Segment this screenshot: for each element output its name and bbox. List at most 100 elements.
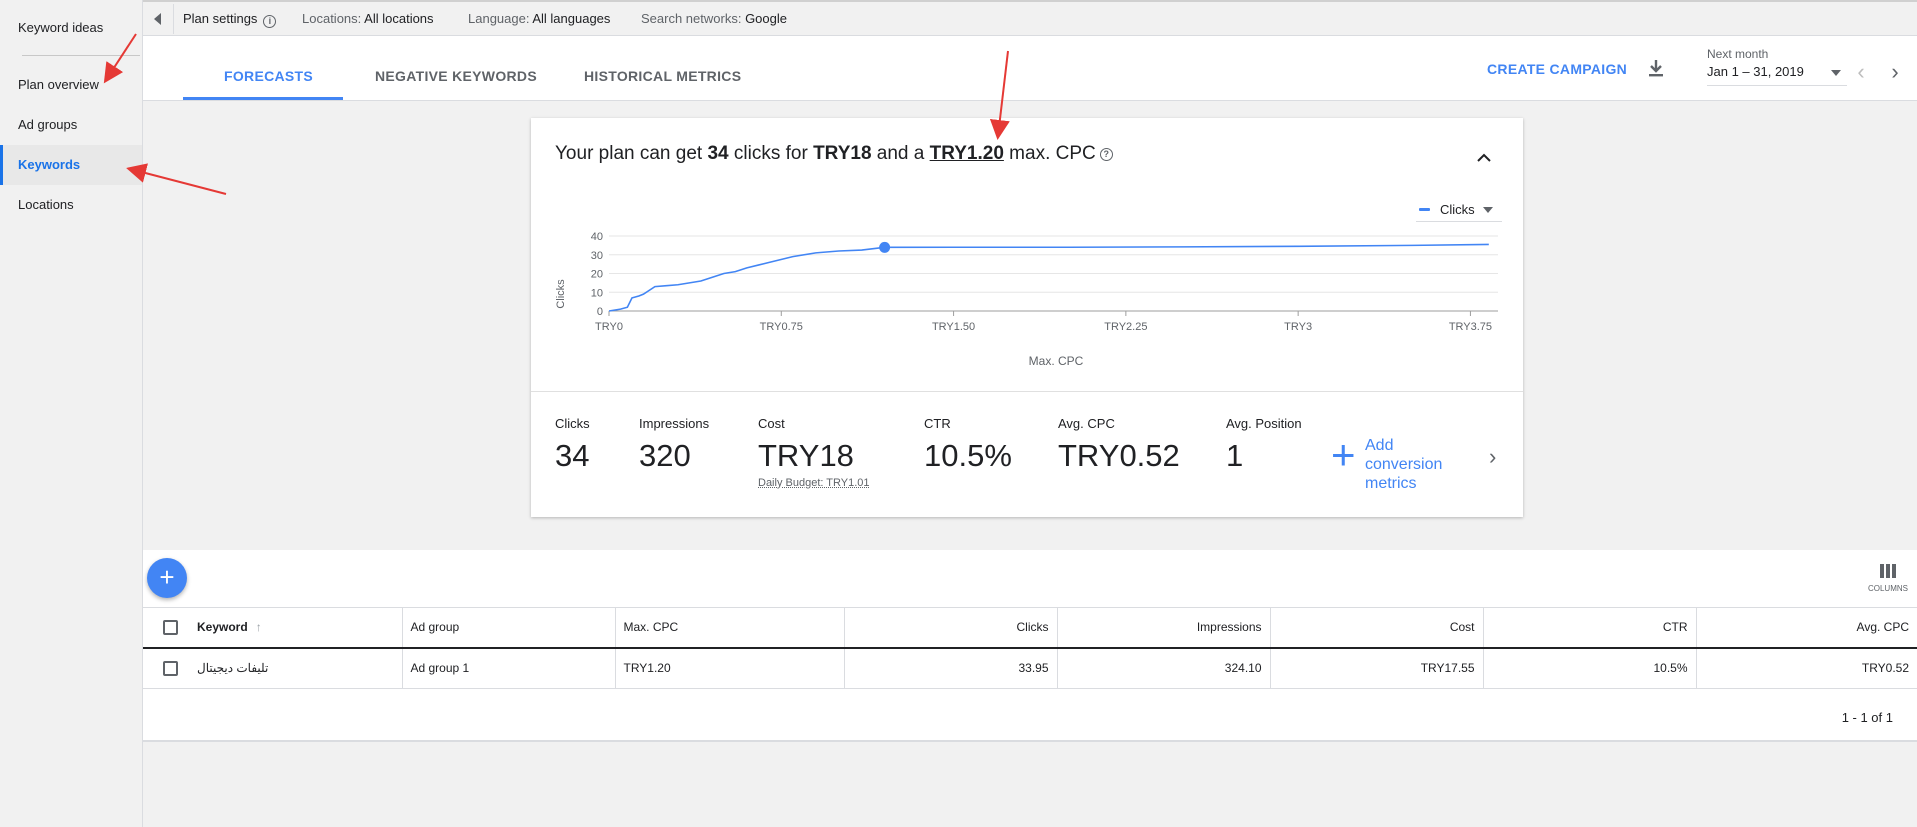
locations-label: Locations: <box>302 11 362 26</box>
y-tick-label: 10 <box>591 287 603 299</box>
metric-avg-position-value: 1 <box>1226 438 1244 473</box>
metric-impressions-value: 320 <box>639 438 691 473</box>
tab-negative-keywords[interactable]: NEGATIVE KEYWORDS <box>375 68 537 84</box>
x-axis-label: Max. CPC <box>1029 354 1084 368</box>
x-tick-label: TRY2.25 <box>1104 321 1147 333</box>
card-divider <box>531 391 1523 392</box>
sidebar-divider <box>22 55 140 56</box>
x-tick-label: TRY1.50 <box>932 321 975 333</box>
plus-icon: + <box>1331 431 1356 478</box>
metric-clicks-label: Clicks <box>555 416 590 431</box>
x-tick-label: TRY0 <box>595 321 623 333</box>
impressions-cell: 324.10 <box>1056 647 1270 689</box>
max-cpc-column-header[interactable]: Max. CPC <box>614 607 844 649</box>
language-label: Language: <box>468 11 530 26</box>
y-tick-label: 0 <box>597 306 603 318</box>
date-range-value: Jan 1 – 31, 2019 <box>1707 64 1804 79</box>
cost-cell: TRY17.55 <box>1269 647 1483 689</box>
clicks-cell: 33.95 <box>843 647 1057 689</box>
clicks-column-header[interactable]: Clicks <box>843 607 1057 649</box>
annotation-arrow-keywords <box>126 163 227 195</box>
active-tab-indicator <box>183 97 343 100</box>
keyword-cell[interactable]: تليفات ديجيتال <box>143 647 402 689</box>
next-period-icon[interactable]: › <box>1887 61 1903 84</box>
pagination-text: 1 - 1 of 1 <box>1841 710 1893 725</box>
networks-value: Google <box>745 11 787 26</box>
date-range-select[interactable]: Jan 1 – 31, 2019 <box>1707 64 1847 86</box>
y-axis-label: Clicks <box>555 279 567 309</box>
table-row[interactable]: تليفات ديجيتال Ad group 1 TRY1.20 33.95 … <box>143 647 1917 689</box>
impressions-column-header[interactable]: Impressions <box>1056 607 1270 649</box>
keywords-table-panel: + COLUMNS Keyword ↑ Ad group Max. CPC Cli… <box>143 550 1917 742</box>
x-tick-label: TRY3.75 <box>1449 321 1492 333</box>
info-icon[interactable]: i <box>263 15 277 28</box>
max-cpc-cell[interactable]: TRY1.20 <box>614 647 844 689</box>
metric-cost-label: Cost <box>758 416 785 431</box>
sidebar-item-plan-overview[interactable]: Plan overview <box>0 65 142 105</box>
language-value: All languages <box>532 11 611 26</box>
y-tick-label: 40 <box>591 231 603 243</box>
metric-avg-cpc-value: TRY0.52 <box>1058 438 1180 473</box>
sidebar-item-locations[interactable]: Locations <box>0 185 142 225</box>
x-tick-label: TRY3 <box>1284 321 1312 333</box>
tab-forecasts[interactable]: FORECASTS <box>224 68 313 84</box>
daily-budget-link[interactable]: Daily Budget: TRY1.01 <box>758 477 870 489</box>
collapse-sidebar-button[interactable] <box>149 8 167 30</box>
keyword-header-label: Keyword <box>197 619 248 634</box>
keywords-table: Keyword ↑ Ad group Max. CPC Clicks Impres… <box>143 607 1917 689</box>
columns-label: COLUMNS <box>1867 584 1908 593</box>
sidebar-item-keyword-ideas[interactable]: Keyword ideas <box>0 8 142 48</box>
metric-ctr-label: CTR <box>924 416 951 431</box>
columns-button[interactable]: COLUMNS <box>1863 562 1913 602</box>
networks-label: Search networks: <box>641 11 742 26</box>
selected-bid-point[interactable] <box>879 241 891 253</box>
cost-column-header[interactable]: Cost <box>1269 607 1483 649</box>
sidebar-item-ad-groups[interactable]: Ad groups <box>0 105 142 145</box>
keyword-column-header[interactable]: Keyword ↑ <box>143 607 402 649</box>
next-metrics-icon[interactable]: › <box>1489 444 1496 470</box>
previous-period-icon[interactable]: ‹ <box>1853 61 1869 84</box>
language-setting[interactable]: Language: All languages <box>468 11 610 26</box>
metric-impressions-label: Impressions <box>639 416 710 431</box>
plan-settings-bar: Plan settings i Locations: All locations … <box>143 0 1917 36</box>
next-month-label: Next month <box>1707 47 1769 61</box>
tab-historical-metrics[interactable]: HISTORICAL METRICS <box>584 68 741 84</box>
left-sidebar: Keyword ideas Plan overview Ad groups Ke… <box>0 0 143 827</box>
y-tick-label: 30 <box>591 250 603 262</box>
locations-setting[interactable]: Locations: All locations <box>302 11 434 26</box>
add-conversion-metrics-button[interactable]: + Add conversion metrics <box>1331 431 1491 492</box>
plan-settings-button[interactable]: Plan settings i <box>183 11 277 28</box>
ctr-cell: 10.5% <box>1482 647 1696 689</box>
sidebar-item-keywords[interactable]: Keywords <box>0 145 142 185</box>
create-campaign-button[interactable]: CREATE CAMPAIGN <box>1487 61 1627 77</box>
download-icon[interactable] <box>1647 58 1665 80</box>
ad-group-cell[interactable]: Ad group 1 <box>401 647 615 689</box>
forecast-card: Your plan can get 34 clicks for TRY18 an… <box>531 118 1523 517</box>
ad-group-column-header[interactable]: Ad group <box>401 607 615 649</box>
ctr-column-header[interactable]: CTR <box>1482 607 1696 649</box>
metric-clicks-value: 34 <box>555 438 590 473</box>
sort-ascending-icon[interactable]: ↑ <box>256 620 262 634</box>
keyword-text: تليفات ديجيتال <box>197 660 269 675</box>
add-keyword-button[interactable]: + <box>147 558 187 598</box>
select-all-checkbox[interactable] <box>163 619 178 635</box>
columns-icon <box>1879 564 1897 578</box>
topbar-divider <box>173 4 174 34</box>
search-networks-setting[interactable]: Search networks: Google <box>641 11 787 26</box>
metric-avg-position-label: Avg. Position <box>1226 416 1302 431</box>
metric-ctr-value: 10.5% <box>924 438 1012 473</box>
y-tick-label: 20 <box>591 269 603 281</box>
page-header: FORECASTS NEGATIVE KEYWORDS HISTORICAL M… <box>143 36 1917 101</box>
x-tick-label: TRY0.75 <box>760 321 803 333</box>
text-fade <box>1449 436 1481 476</box>
metric-avg-cpc-label: Avg. CPC <box>1058 416 1115 431</box>
dropdown-caret-icon <box>1831 70 1841 76</box>
table-header-row: Keyword ↑ Ad group Max. CPC Clicks Impres… <box>143 607 1917 649</box>
row-checkbox[interactable] <box>163 660 178 676</box>
locations-value: All locations <box>364 11 434 26</box>
avg-cpc-cell: TRY0.52 <box>1695 647 1917 689</box>
plan-settings-label: Plan settings <box>183 11 258 26</box>
avg-cpc-column-header[interactable]: Avg. CPC <box>1695 607 1917 649</box>
clicks-vs-max-cpc-chart: Clicks Max. CPC 0 10 20 30 40 TRY0 TRY0.75 TRY1… <box>555 231 1498 368</box>
metric-cost-value: TRY18 <box>758 438 854 473</box>
